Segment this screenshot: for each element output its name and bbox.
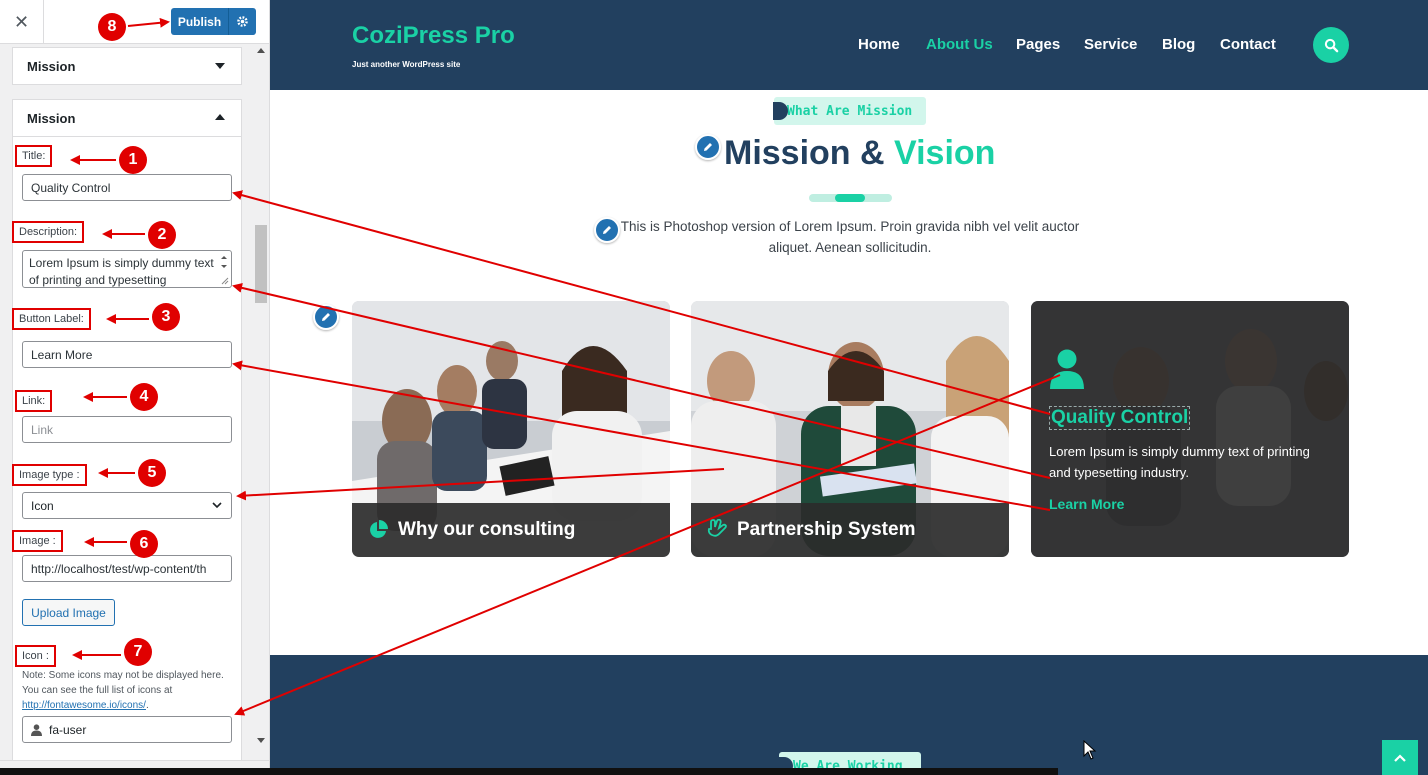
featured-card-description: Lorem Ipsum is simply dummy text of prin… xyxy=(1049,444,1310,480)
description-label: Description: xyxy=(12,221,85,243)
heading-divider-accent xyxy=(835,194,865,202)
image-label: Image : xyxy=(12,530,63,552)
link-placeholder: Link xyxy=(31,423,54,437)
card-title: Why our consulting xyxy=(398,519,576,540)
mouse-cursor-icon xyxy=(1083,740,1097,760)
annotation-badge-1: 1 xyxy=(119,146,147,174)
user-icon xyxy=(31,724,42,736)
section-title: Mission xyxy=(27,58,76,74)
caret-down-icon xyxy=(215,63,225,69)
nav-pages[interactable]: Pages xyxy=(1016,36,1060,53)
annotation-badge-5: 5 xyxy=(138,459,166,487)
section-mission-expanded[interactable]: Mission xyxy=(12,99,242,137)
site-tagline: Just another WordPress site xyxy=(352,60,461,69)
annotation-badge-2: 2 xyxy=(148,221,176,249)
card-quality-control[interactable]: Quality Control Lorem Ipsum is simply du… xyxy=(1031,301,1349,557)
mission-heading: Mission & Vision xyxy=(724,134,995,173)
image-type-label: Image type : xyxy=(12,464,87,486)
card-title: Partnership System xyxy=(737,519,916,540)
title-input[interactable]: Quality Control xyxy=(22,174,232,201)
title-label: Title: xyxy=(15,145,53,167)
textarea-scrollbar[interactable] xyxy=(219,253,229,287)
icon-note-end: . xyxy=(145,700,149,711)
browser-status-bar xyxy=(0,768,1058,775)
fontawesome-link[interactable]: http://fontawesome.io/icons/ xyxy=(22,700,146,711)
card-footer: Partnership System xyxy=(691,503,1009,557)
icon-label: Icon : xyxy=(15,645,56,667)
upload-image-button[interactable]: Upload Image xyxy=(22,599,115,626)
heading-part-1: Mission & xyxy=(724,134,885,172)
learn-more-link[interactable]: Learn More xyxy=(1049,496,1124,512)
mission-pill: What Are Mission xyxy=(773,97,926,125)
publish-button[interactable]: Publish xyxy=(171,8,229,35)
annotation-badge-7: 7 xyxy=(124,638,152,666)
nav-blog[interactable]: Blog xyxy=(1162,36,1195,53)
scroll-to-top-button[interactable] xyxy=(1382,740,1418,775)
nav-contact[interactable]: Contact xyxy=(1220,36,1276,53)
pill-marker xyxy=(773,102,788,120)
annotation-badge-8: 8 xyxy=(98,13,126,41)
close-icon[interactable]: ✕ xyxy=(0,0,44,44)
site-title[interactable]: CoziPress Pro xyxy=(352,22,515,50)
button-label-input[interactable]: Learn More xyxy=(22,341,232,368)
chevron-down-icon xyxy=(212,502,222,509)
scroll-up-icon[interactable] xyxy=(257,48,265,53)
description-text: Lorem Ipsum is simply dummy text of prin… xyxy=(29,256,214,287)
button-label-label: Button Label: xyxy=(12,308,91,330)
customizer-header: ✕ Publish xyxy=(0,0,269,44)
annotation-badge-3: 3 xyxy=(152,303,180,331)
card-partnership-system[interactable]: Partnership System xyxy=(691,301,1009,557)
sidebar-scroll-thumb[interactable] xyxy=(255,225,267,303)
sidebar-scrollbar[interactable] xyxy=(254,44,268,746)
handshake-icon xyxy=(707,519,727,537)
image-type-value: Icon xyxy=(31,499,54,513)
image-type-select[interactable]: Icon xyxy=(22,492,232,519)
annotation-badge-4: 4 xyxy=(130,383,158,411)
featured-card-title: Quality Control xyxy=(1049,406,1191,430)
description-textarea[interactable]: Lorem Ipsum is simply dummy text of prin… xyxy=(22,250,232,288)
user-icon xyxy=(1050,349,1084,389)
mission-description: This is Photoshop version of Lorem Ipsum… xyxy=(620,219,1080,255)
search-icon[interactable] xyxy=(1313,27,1349,63)
gear-icon[interactable] xyxy=(229,8,256,35)
link-label: Link: xyxy=(15,390,53,412)
link-input[interactable]: Link xyxy=(22,416,232,443)
scroll-down-icon[interactable] xyxy=(257,738,265,743)
icon-note: Note: Some icons may not be displayed he… xyxy=(22,668,234,713)
nav-about-us[interactable]: About Us xyxy=(926,36,993,53)
pie-chart-icon xyxy=(370,520,388,538)
icon-note-text: Note: Some icons may not be displayed he… xyxy=(22,670,224,696)
edit-pencil-icon[interactable] xyxy=(313,304,339,330)
nav-home[interactable]: Home xyxy=(858,36,900,53)
mission-pill-text: What Are Mission xyxy=(787,103,913,119)
section-title: Mission xyxy=(27,110,76,126)
annotation-badge-6: 6 xyxy=(130,530,158,558)
image-url-input[interactable]: http://localhost/test/wp-content/th xyxy=(22,555,232,582)
nav-service[interactable]: Service xyxy=(1084,36,1137,53)
card-why-consulting[interactable]: Why our consulting xyxy=(352,301,670,557)
icon-input[interactable]: fa-user xyxy=(22,716,232,743)
section-mission-collapsed[interactable]: Mission xyxy=(12,47,242,85)
chevron-up-icon xyxy=(1394,753,1406,762)
edit-pencil-icon[interactable] xyxy=(695,134,721,160)
heading-part-2: Vision xyxy=(894,134,996,172)
caret-up-icon xyxy=(215,114,225,120)
icon-value: fa-user xyxy=(49,723,87,737)
card-footer: Why our consulting xyxy=(352,503,670,557)
